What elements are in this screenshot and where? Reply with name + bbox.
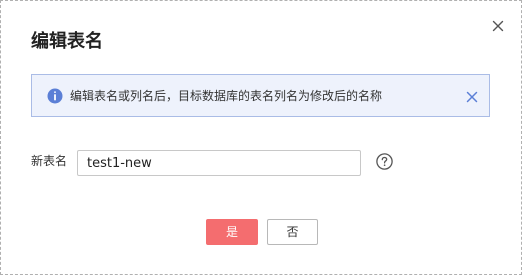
dialog-close-button[interactable] bbox=[490, 18, 506, 34]
new-table-name-label: 新表名 bbox=[31, 154, 68, 168]
new-table-name-input[interactable] bbox=[77, 150, 361, 176]
info-alert: 编辑表名或列名后，目标数据库的表名列名为修改后的名称 bbox=[31, 74, 490, 117]
close-icon bbox=[466, 91, 478, 103]
close-icon bbox=[492, 20, 504, 32]
dialog-title: 编辑表名 bbox=[31, 31, 103, 52]
edit-table-name-dialog: 编辑表名 编辑表名或列名后，目标数据库的表名列名为修改后的名称 新表名 是 bbox=[0, 0, 522, 275]
question-circle-icon bbox=[376, 153, 393, 170]
alert-message: 编辑表名或列名后，目标数据库的表名列名为修改后的名称 bbox=[70, 89, 383, 103]
cancel-button[interactable]: 否 bbox=[267, 219, 318, 245]
info-icon bbox=[47, 88, 63, 104]
help-button[interactable] bbox=[376, 153, 393, 170]
confirm-button[interactable]: 是 bbox=[206, 219, 258, 245]
alert-close-button[interactable] bbox=[465, 89, 479, 103]
